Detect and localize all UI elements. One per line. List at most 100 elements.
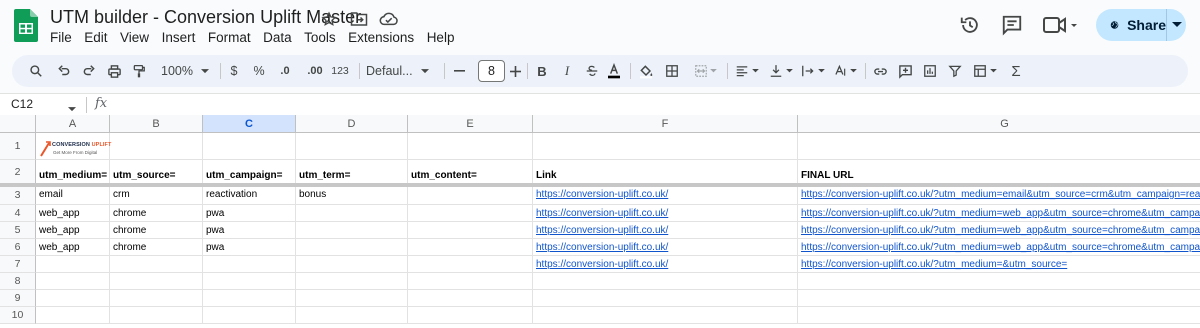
share-button[interactable]: Share	[1096, 9, 1186, 41]
strikethrough-icon[interactable]	[582, 55, 602, 87]
cell-d3[interactable]: bonus	[296, 185, 408, 205]
borders-icon[interactable]	[662, 55, 682, 87]
meet-icon[interactable]	[1039, 10, 1083, 40]
menu-tools[interactable]: Tools	[304, 30, 336, 45]
cell-g3[interactable]: https://conversion-uplift.co.uk/?utm_med…	[798, 185, 1200, 205]
share-dropdown-icon[interactable]	[1167, 22, 1186, 28]
row-header-5[interactable]: 5	[0, 222, 36, 239]
bold-icon[interactable]: B	[532, 55, 552, 87]
font-family-select[interactable]: Defaul...	[366, 55, 438, 87]
move-to-folder-icon[interactable]	[348, 9, 370, 29]
filter-icon[interactable]	[945, 55, 965, 87]
row-header-7[interactable]: 7	[0, 256, 36, 273]
percent-format-button[interactable]: %	[252, 55, 266, 87]
decrease-font-size-icon[interactable]	[450, 55, 468, 87]
menu-data[interactable]: Data	[263, 30, 292, 45]
cell-f3[interactable]: https://conversion-uplift.co.uk/	[533, 185, 798, 205]
header-cell-f[interactable]: Link	[533, 160, 798, 185]
cell-e10[interactable]	[408, 307, 533, 324]
cell-f9[interactable]	[533, 290, 798, 307]
text-color-icon[interactable]	[604, 55, 624, 87]
cell-d6[interactable]	[296, 239, 408, 256]
menu-help[interactable]: Help	[427, 30, 455, 45]
cell-e1[interactable]	[408, 133, 533, 160]
vertical-align-icon[interactable]	[766, 55, 796, 87]
cell-b8[interactable]	[110, 273, 203, 290]
cell-g5[interactable]: https://conversion-uplift.co.uk/?utm_med…	[798, 222, 1200, 239]
zoom-select[interactable]: 100%	[156, 55, 214, 87]
cell-d10[interactable]	[296, 307, 408, 324]
cloud-saved-icon[interactable]	[378, 9, 400, 29]
cell-d9[interactable]	[296, 290, 408, 307]
cell-f5[interactable]: https://conversion-uplift.co.uk/	[533, 222, 798, 239]
frozen-rows-divider[interactable]	[0, 183, 1200, 187]
menu-view[interactable]: View	[120, 30, 149, 45]
cell-g7[interactable]: https://conversion-uplift.co.uk/?utm_med…	[798, 256, 1200, 273]
cell-c1[interactable]	[203, 133, 296, 160]
cell-c8[interactable]	[203, 273, 296, 290]
column-header-f[interactable]: F	[533, 115, 798, 133]
cell-c5[interactable]: pwa	[203, 222, 296, 239]
row-header-10[interactable]: 10	[0, 307, 36, 324]
menu-extensions[interactable]: Extensions	[348, 30, 414, 45]
column-header-g[interactable]: G	[798, 115, 1200, 133]
insert-comment-icon[interactable]	[895, 55, 915, 87]
cell-a8[interactable]	[36, 273, 110, 290]
cell-g10[interactable]	[798, 307, 1200, 324]
cell-d7[interactable]	[296, 256, 408, 273]
header-cell-b[interactable]: utm_source=	[110, 160, 203, 185]
cell-a4[interactable]: web_app	[36, 205, 110, 222]
column-header-d[interactable]: D	[296, 115, 408, 133]
italic-icon[interactable]: I	[557, 55, 577, 87]
menu-insert[interactable]: Insert	[162, 30, 196, 45]
cell-c7[interactable]	[203, 256, 296, 273]
cell-d1[interactable]	[296, 133, 408, 160]
horizontal-align-icon[interactable]	[732, 55, 762, 87]
header-cell-a[interactable]: utm_medium=	[36, 160, 110, 185]
cell-g6[interactable]: https://conversion-uplift.co.uk/?utm_med…	[798, 239, 1200, 256]
undo-icon[interactable]	[54, 55, 74, 87]
cell-e3[interactable]	[408, 185, 533, 205]
cell-e9[interactable]	[408, 290, 533, 307]
star-icon[interactable]	[318, 9, 340, 29]
cell-d8[interactable]	[296, 273, 408, 290]
currency-format-button[interactable]: $	[227, 55, 241, 87]
decrease-decimal-button[interactable]: .0	[274, 55, 296, 87]
cell-c6[interactable]: pwa	[203, 239, 296, 256]
sheets-logo-icon[interactable]	[14, 9, 38, 42]
cell-a6[interactable]: web_app	[36, 239, 110, 256]
cell-b1[interactable]	[110, 133, 203, 160]
header-cell-g[interactable]: FINAL URL	[798, 160, 1200, 185]
font-size-input[interactable]: 8	[478, 60, 505, 82]
increase-decimal-button[interactable]: .00	[302, 55, 328, 87]
header-cell-c[interactable]: utm_campaign=	[203, 160, 296, 185]
insert-link-icon[interactable]	[870, 55, 890, 87]
row-header-6[interactable]: 6	[0, 239, 36, 256]
cell-a5[interactable]: web_app	[36, 222, 110, 239]
cell-c9[interactable]	[203, 290, 296, 307]
cell-a7[interactable]	[36, 256, 110, 273]
header-cell-e[interactable]: utm_content=	[408, 160, 533, 185]
cell-a3[interactable]: email	[36, 185, 110, 205]
cell-a9[interactable]	[36, 290, 110, 307]
cell-f8[interactable]	[533, 273, 798, 290]
cell-b7[interactable]	[110, 256, 203, 273]
row-header-4[interactable]: 4	[0, 205, 36, 222]
cell-d5[interactable]	[296, 222, 408, 239]
column-header-e[interactable]: E	[408, 115, 533, 133]
cell-g4[interactable]: https://conversion-uplift.co.uk/?utm_med…	[798, 205, 1200, 222]
cell-b3[interactable]: crm	[110, 185, 203, 205]
filter-views-icon[interactable]	[970, 55, 1000, 87]
row-header-3[interactable]: 3	[0, 185, 36, 205]
cell-g1[interactable]	[798, 133, 1200, 160]
row-header-2[interactable]: 2	[0, 160, 36, 185]
menu-format[interactable]: Format	[208, 30, 251, 45]
fill-color-icon[interactable]	[636, 55, 656, 87]
column-header-a[interactable]: A	[36, 115, 110, 133]
cell-f1[interactable]	[533, 133, 798, 160]
text-rotation-icon[interactable]	[830, 55, 860, 87]
paint-format-icon[interactable]	[129, 55, 149, 87]
cell-e6[interactable]	[408, 239, 533, 256]
menu-file[interactable]: File	[50, 30, 72, 45]
increase-font-size-icon[interactable]	[506, 55, 524, 87]
